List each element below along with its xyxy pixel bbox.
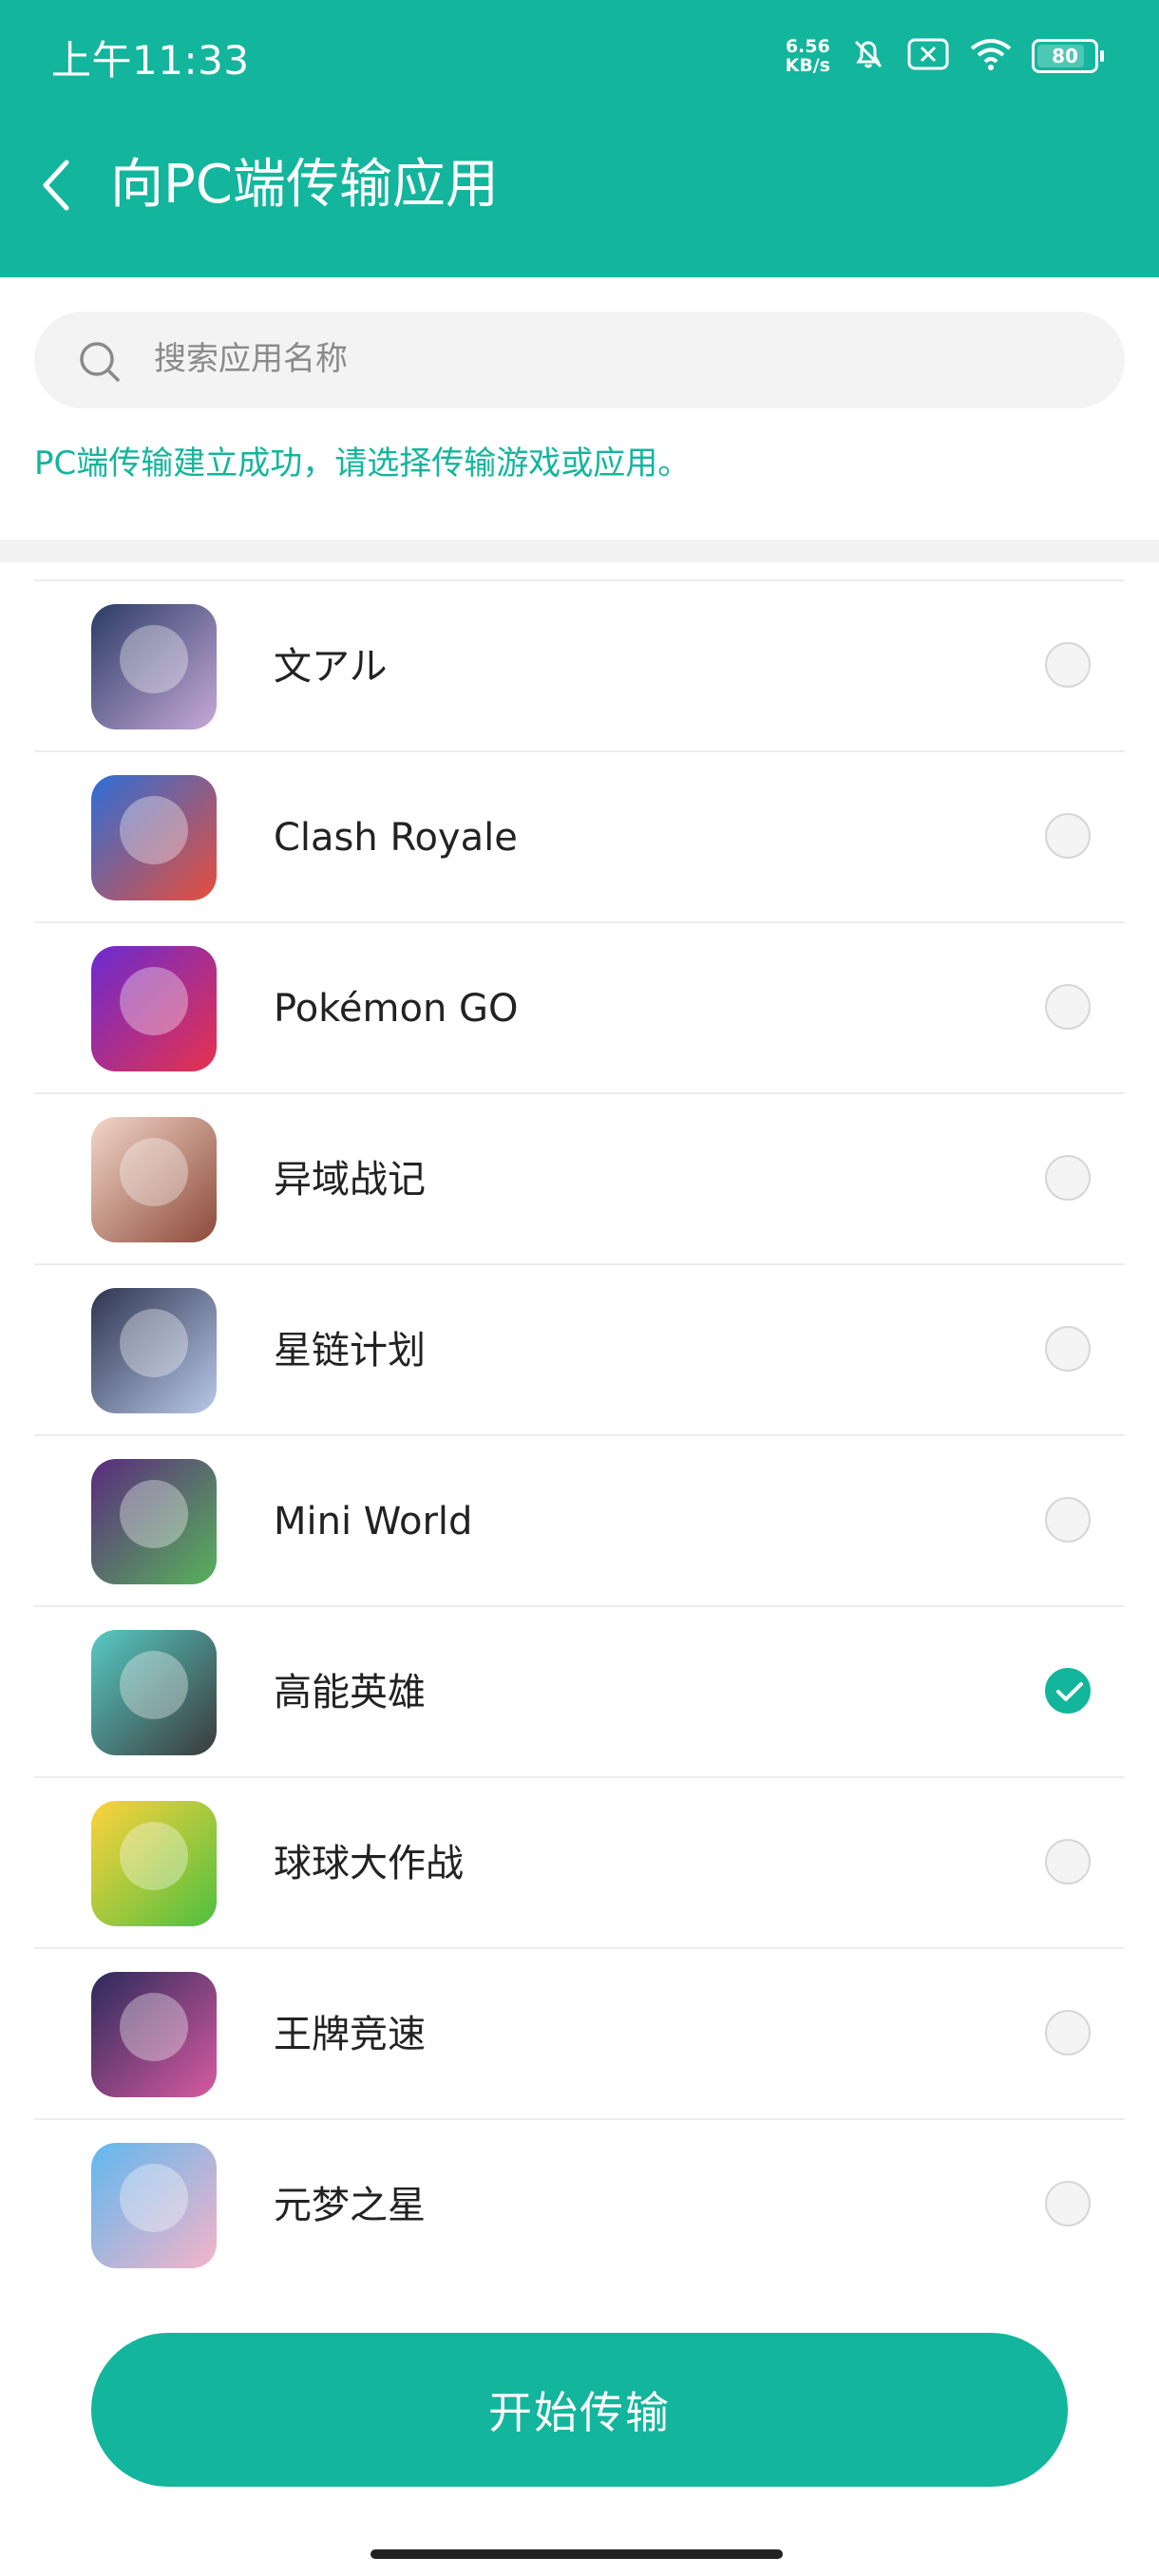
app-list-item[interactable]: 异域战记 — [34, 1094, 1125, 1265]
search-bar[interactable]: 搜索应用名称 — [34, 312, 1125, 408]
mini-world-icon — [91, 1459, 217, 1584]
no-sim-icon — [906, 37, 950, 75]
app-name: Mini World — [274, 1500, 473, 1544]
app-list-inner: 文アル Clash Royale Pokémon GO 异域战记星链计划 Mini Wo… — [0, 562, 1159, 2272]
app-name: 星链计划 — [274, 1329, 426, 1373]
app-name: Pokémon GO — [274, 987, 519, 1031]
radio-unchecked[interactable] — [1045, 1155, 1091, 1201]
radio-unchecked[interactable] — [1045, 984, 1091, 1030]
yiyu-zhanji-icon — [91, 1117, 217, 1242]
back-button[interactable] — [32, 154, 80, 220]
app-header: 上午11:33 6.56 KB/s 80 向PC端传输应用 — [0, 0, 1159, 277]
transfer-status-text: PC端传输建立成功，请选择传输游戏或应用。 — [34, 445, 691, 483]
radio-unchecked[interactable] — [1045, 2010, 1091, 2055]
clash-royale-icon — [91, 775, 217, 900]
page-title: 向PC端传输应用 — [110, 154, 499, 216]
radio-unchecked[interactable] — [1045, 1326, 1091, 1372]
radio-unchecked[interactable] — [1045, 1839, 1091, 1885]
radio-unchecked[interactable] — [1045, 2181, 1091, 2226]
app-list-item[interactable] — [34, 562, 1125, 581]
radio-unchecked[interactable] — [1045, 1497, 1091, 1543]
app-list-item[interactable]: 文アル — [34, 581, 1125, 752]
home-indicator[interactable] — [370, 2549, 783, 2559]
speed-unit: KB/s — [785, 55, 830, 76]
radio-unchecked[interactable] — [1045, 642, 1091, 688]
wangpai-jingsu-icon — [91, 1972, 217, 2097]
radio-unchecked[interactable] — [1045, 813, 1091, 859]
app-name: 王牌竞速 — [274, 2013, 426, 2056]
yuanmeng-zhixing-icon — [91, 2143, 217, 2268]
bungo-alchemist-icon — [91, 604, 217, 729]
bell-muted-icon — [849, 35, 887, 77]
battery-level: 80 — [1052, 45, 1078, 67]
app-list-item[interactable]: 星链计划 — [34, 1265, 1125, 1436]
app-name: 文アル — [274, 645, 388, 689]
app-list-item[interactable]: 球球大作战 — [34, 1778, 1125, 1949]
app-list-item[interactable]: Clash Royale — [34, 752, 1125, 923]
battery-icon: 80 — [1032, 39, 1104, 73]
checkmark-icon — [1056, 1682, 1083, 1701]
xinglian-jihua-icon — [91, 1288, 217, 1413]
app-list-item[interactable]: 王牌竞速 — [34, 1949, 1125, 2120]
app-name: 异域战记 — [274, 1158, 426, 1202]
app-list-item[interactable]: Mini World — [34, 1436, 1125, 1607]
app-name: 元梦之星 — [274, 2184, 426, 2227]
status-time: 上午11:33 — [51, 37, 250, 84]
search-input[interactable]: 搜索应用名称 — [154, 338, 348, 380]
search-icon — [78, 340, 122, 388]
network-speed: 6.56 KB/s — [786, 37, 830, 75]
app-list-item[interactable]: 高能英雄 — [34, 1607, 1125, 1778]
wifi-icon — [969, 37, 1013, 75]
radio-checked[interactable] — [1045, 1668, 1091, 1714]
chevron-left-icon — [40, 159, 72, 216]
gaoneng-yingxiong-icon — [91, 1630, 217, 1755]
status-icons: 6.56 KB/s 80 — [786, 32, 1104, 80]
start-transfer-button[interactable]: 开始传输 — [91, 2333, 1068, 2487]
section-divider — [0, 540, 1159, 562]
app-name: 高能英雄 — [274, 1671, 426, 1714]
qiuqiu-dazuozhan-icon — [91, 1801, 217, 1926]
app-name: Clash Royale — [274, 816, 518, 860]
app-list[interactable]: 文アル Clash Royale Pokémon GO 异域战记星链计划 Mini Wo… — [0, 562, 1159, 2272]
pokemon-go-icon — [91, 946, 217, 1071]
app-name: 球球大作战 — [274, 1842, 464, 1885]
app-list-item[interactable]: Pokémon GO — [34, 923, 1125, 1094]
speed-value: 6.56 — [785, 36, 830, 57]
app-list-item[interactable]: 元梦之星 — [34, 2120, 1125, 2272]
